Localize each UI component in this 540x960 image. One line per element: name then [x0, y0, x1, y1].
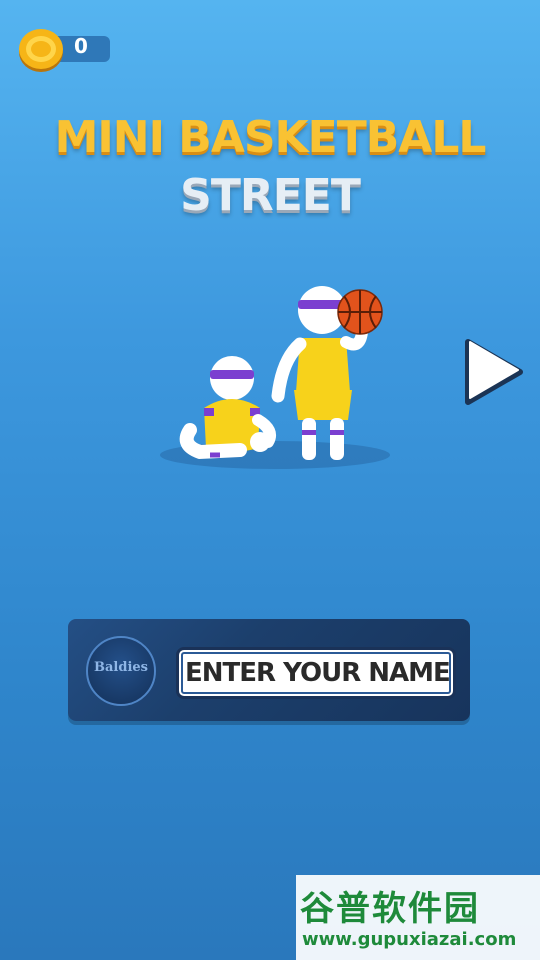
game-subtitle: STREET	[180, 170, 361, 221]
site-watermark: 谷普软件园 www.gupuxiazai.com	[296, 875, 540, 960]
gold-coin-icon	[19, 29, 63, 72]
coin-counter: 0	[16, 26, 110, 72]
players-illustration	[160, 286, 390, 469]
name-entry-panel: Baldies	[68, 619, 470, 721]
game-title: MINI BASKETBALL	[54, 112, 487, 163]
coin-count: 0	[74, 34, 88, 58]
baldies-logo: Baldies	[86, 636, 156, 706]
basketball-icon	[337, 289, 383, 335]
sitting-player-icon	[179, 356, 276, 460]
player-name-input[interactable]	[176, 647, 456, 699]
baldies-logo-text: Baldies	[94, 660, 148, 675]
watermark-url: www.gupuxiazai.com	[302, 929, 517, 950]
play-triangle-icon[interactable]	[460, 336, 526, 406]
watermark-title: 谷普软件园	[300, 889, 480, 929]
